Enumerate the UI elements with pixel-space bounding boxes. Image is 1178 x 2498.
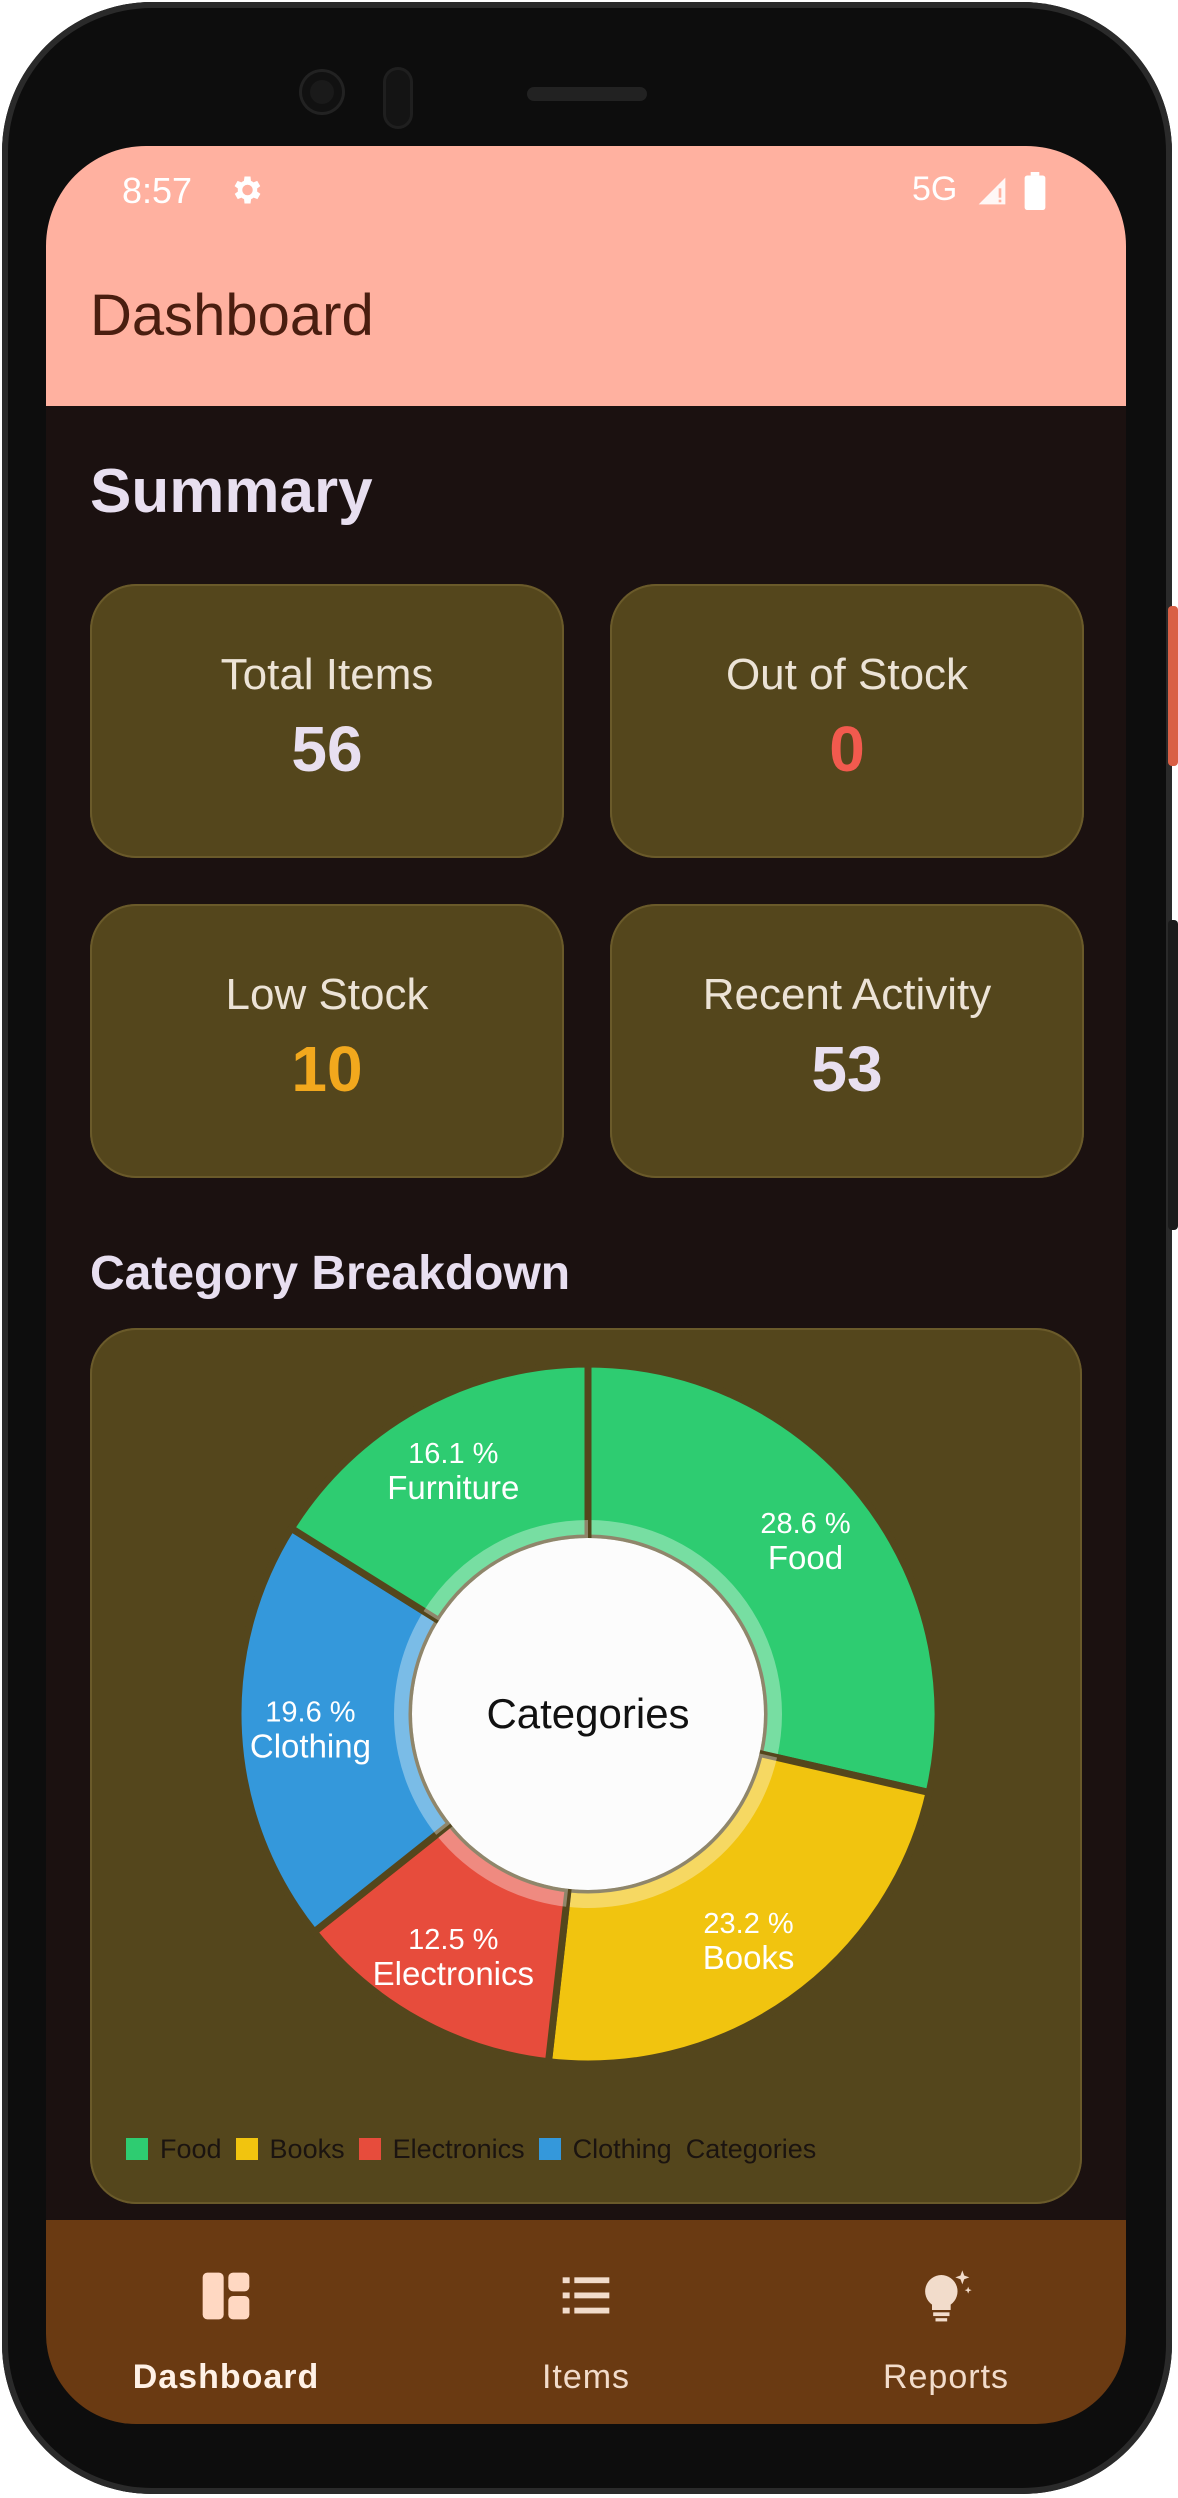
- nav-dashboard[interactable]: Dashboard: [46, 2220, 406, 2424]
- settings-gear-icon: [234, 176, 261, 204]
- nav-reports[interactable]: Reports: [766, 2220, 1126, 2424]
- legend-swatch: [126, 2138, 148, 2160]
- legend-item-food: Food: [126, 2134, 222, 2165]
- top-app-bar: 8:57 5G Dashboard: [46, 146, 1126, 406]
- power-button: [1168, 606, 1178, 766]
- slice-percent-label: 19.6 %: [265, 1697, 355, 1729]
- legend-label: Electronics: [392, 2133, 525, 2164]
- card-label: Total Items: [220, 650, 434, 699]
- slice-percent-label: 16.1 %: [408, 1438, 498, 1470]
- legend-item-categories: Categories: [686, 2134, 817, 2165]
- nav-items[interactable]: Items: [406, 2220, 766, 2424]
- nav-label: Dashboard: [132, 2358, 320, 2396]
- legend-swatch: [235, 2138, 258, 2160]
- list-icon: [562, 2277, 610, 2314]
- slice-percent-label: 12.5 %: [408, 1924, 498, 1956]
- legend-item-books: Books: [235, 2133, 345, 2165]
- category-breakdown-heading: Category Breakdown: [90, 1247, 571, 1300]
- total-items-card[interactable]: Total Items 56: [90, 584, 564, 858]
- signal-icon: [978, 177, 1006, 205]
- nav-label: Items: [541, 2358, 631, 2396]
- card-value: 10: [291, 1033, 363, 1105]
- card-label: Low Stock: [225, 970, 429, 1019]
- earpiece-speaker: [527, 87, 647, 101]
- legend-label: Books: [269, 2133, 345, 2164]
- card-value: 53: [811, 1033, 883, 1105]
- card-label: Recent Activity: [702, 970, 992, 1019]
- card-value: 0: [829, 713, 865, 785]
- low-stock-card[interactable]: Low Stock 10: [90, 904, 564, 1178]
- legend-item-electronics: Electronics: [358, 2133, 525, 2165]
- slice-category-label: Food: [768, 1539, 843, 1576]
- status-time: 8:57: [122, 170, 193, 211]
- legend-label: Categories: [685, 2133, 817, 2164]
- status-bar: 8:57 5G: [46, 146, 1126, 236]
- slice-category-label: Clothing: [250, 1728, 371, 1765]
- volume-button: [1168, 920, 1178, 1230]
- card-value: 56: [291, 713, 363, 785]
- card-label: Out of Stock: [725, 650, 969, 699]
- nav-label: Reports: [882, 2358, 1010, 2396]
- summary-heading: Summary: [90, 457, 373, 526]
- battery-icon: [1024, 172, 1046, 210]
- slice-percent-label: 28.6 %: [760, 1508, 850, 1540]
- legend-item-clothing: Clothing: [538, 2133, 672, 2165]
- category-chart-card: 28.6 % Food 23.2 % Books 12.5 % Electronics 19…: [90, 1328, 1082, 2204]
- legend-label: Clothing: [572, 2133, 672, 2164]
- chart-legend: Food Books Electronics Clothing Categories: [126, 2132, 830, 2166]
- network-type: 5G: [912, 170, 958, 208]
- legend-swatch: [538, 2138, 561, 2160]
- bottom-navigation: Dashboard Items Reports: [46, 2220, 1126, 2424]
- slice-percent-label: 23.2 %: [703, 1908, 793, 1940]
- page-title: Dashboard: [90, 283, 374, 348]
- slice-category-label: Furniture: [387, 1469, 519, 1506]
- pie-center-label: Categories: [486, 1690, 689, 1737]
- dashboard-icon: [202, 2272, 250, 2320]
- screen: 8:57 5G Dashboard Summary Total Items 56…: [46, 146, 1126, 2424]
- slice-category-label: Books: [703, 1939, 795, 1976]
- sensor: [386, 70, 410, 126]
- slice-category-label: Electronics: [373, 1955, 534, 1992]
- legend-swatch: [358, 2138, 381, 2160]
- recent-activity-card[interactable]: Recent Activity 53: [610, 904, 1084, 1178]
- lightbulb-icon: [925, 2270, 972, 2322]
- front-camera: [302, 72, 342, 112]
- out-of-stock-card[interactable]: Out of Stock 0: [610, 584, 1084, 858]
- category-pie-chart: 28.6 %Food 23.2 %Books 12.5 %Electronics 19…: [234, 1360, 942, 2068]
- legend-label: Food: [160, 2133, 222, 2164]
